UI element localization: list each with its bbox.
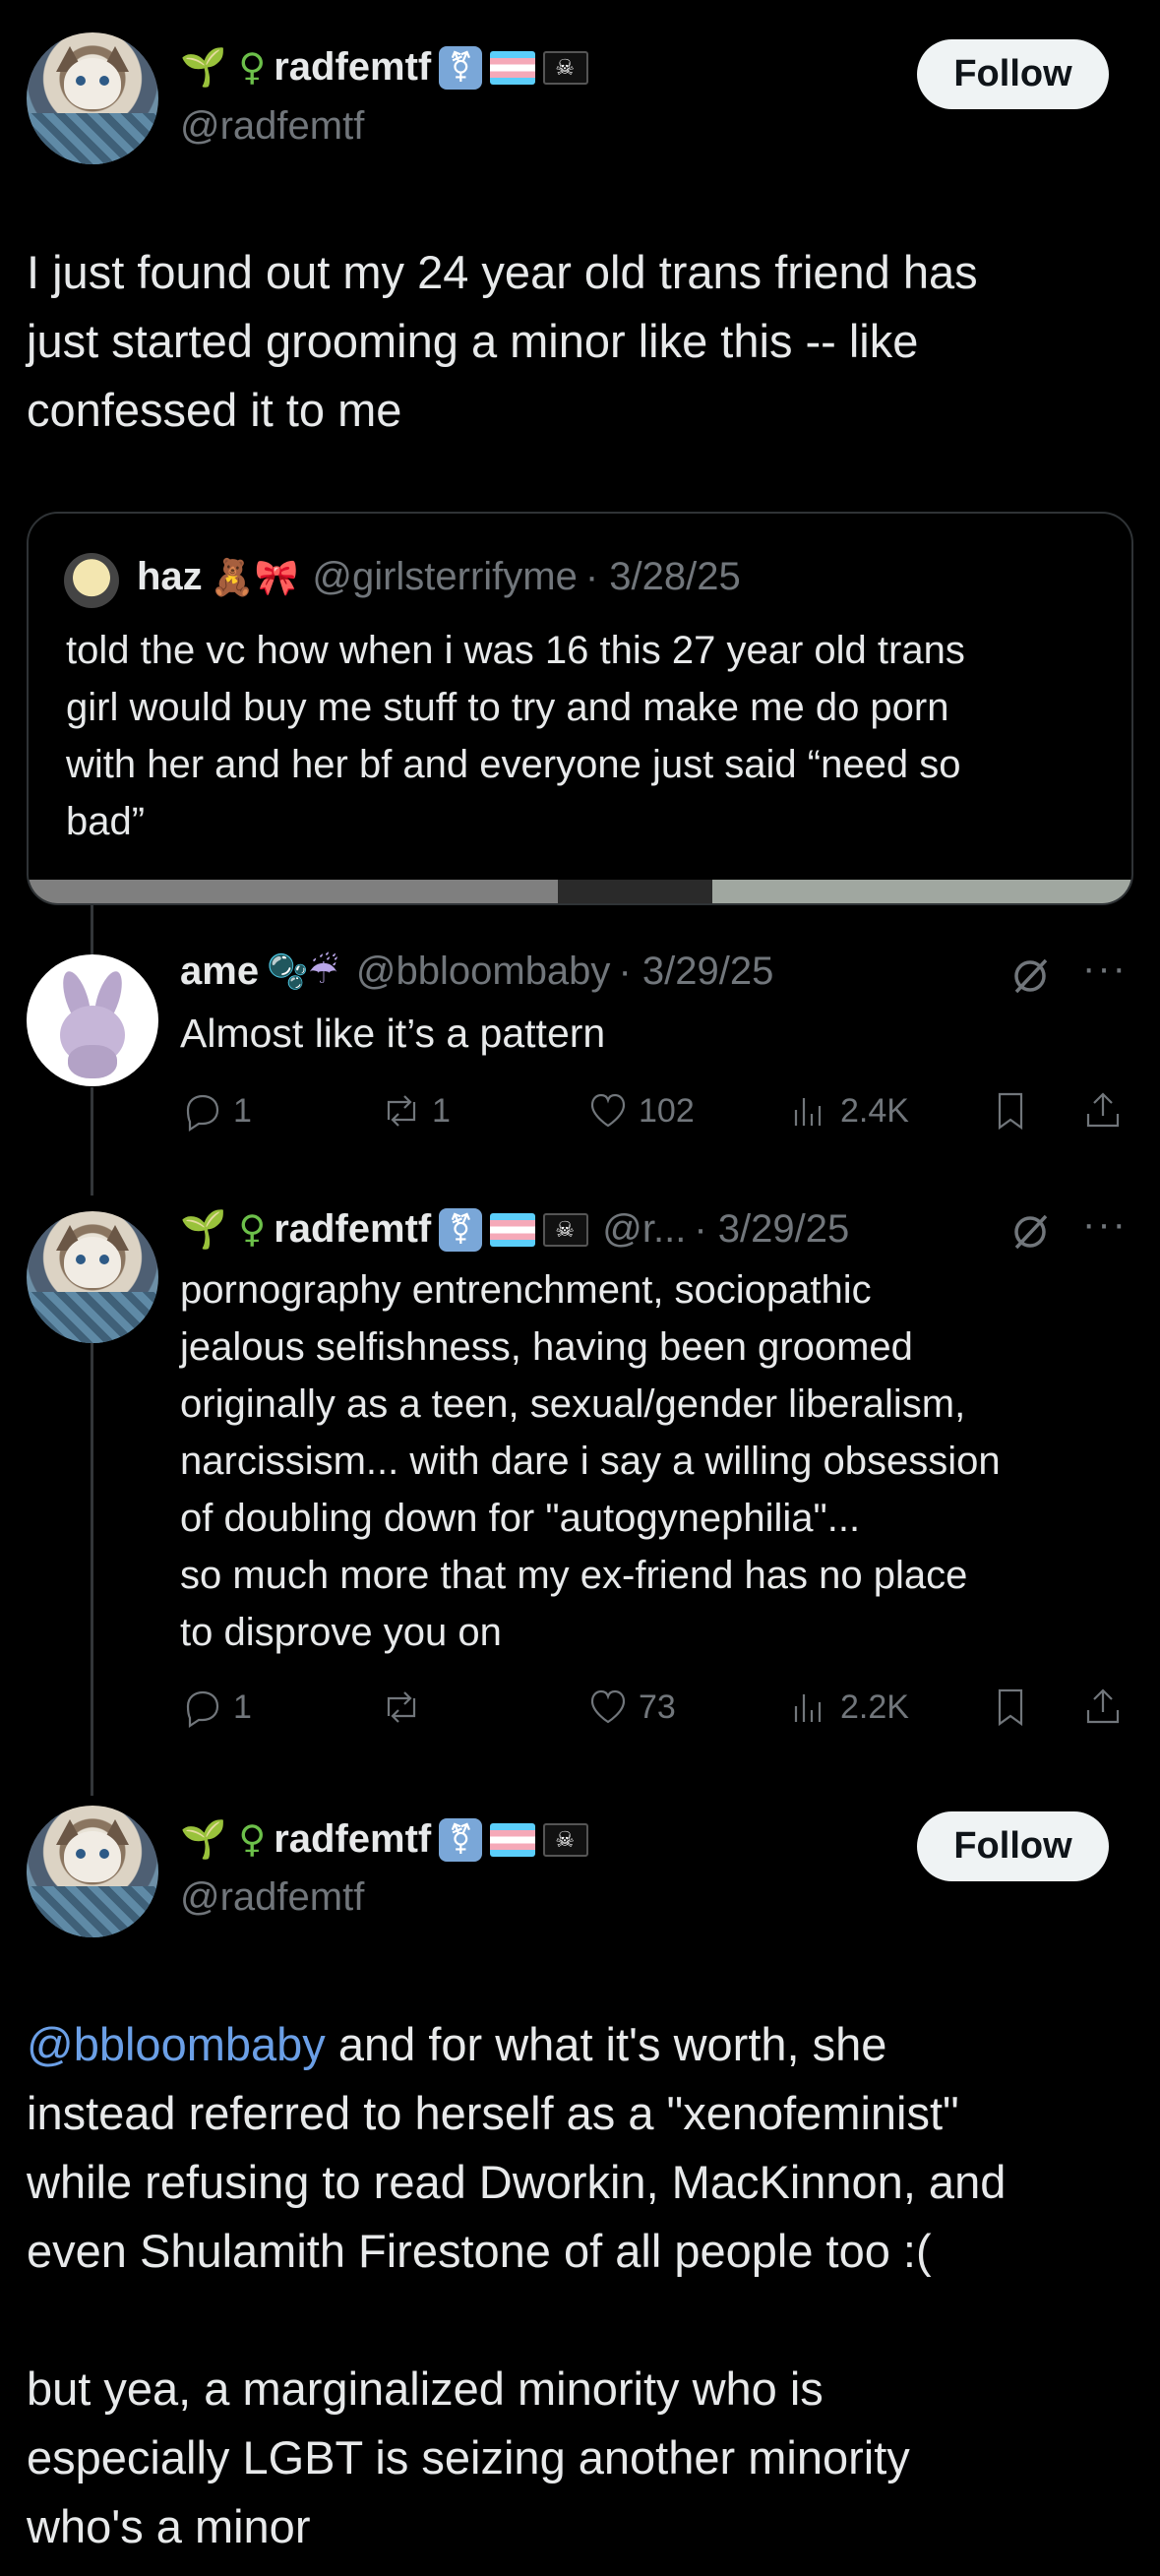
views-icon <box>794 1098 822 1126</box>
views-button[interactable]: 2.2K <box>787 1685 909 1730</box>
user-handle[interactable]: @bbloombaby <box>356 950 611 994</box>
quoted-display-name: haz <box>137 555 203 598</box>
avatar[interactable] <box>27 954 158 1086</box>
like-button[interactable]: 102 <box>585 1088 695 1134</box>
bookmark-button[interactable] <box>988 1088 1033 1134</box>
user-handle[interactable]: @radfemtf <box>180 104 364 149</box>
avatar[interactable] <box>27 1806 158 1937</box>
post-date[interactable]: · 3/29/25 <box>618 950 773 994</box>
avatar[interactable] <box>27 1211 158 1343</box>
thread-line <box>91 1087 93 1196</box>
views-count: 2.2K <box>840 1687 909 1726</box>
share-button[interactable] <box>1080 1685 1126 1730</box>
display-prefix: 🌱 ♀ <box>180 1207 267 1251</box>
quoted-date: · 3/28/25 <box>584 555 741 598</box>
pirate-flag-icon <box>543 50 589 85</box>
gender-symbol-icon: ⚧ <box>439 1207 483 1252</box>
post-text: @bbloombaby and for what it's worth, she… <box>27 2010 1148 2561</box>
trans-flag-icon <box>490 1212 536 1247</box>
gender-symbol-icon: ⚧ <box>439 1817 483 1862</box>
user-name-row[interactable]: 🌱 ♀ radfemtf ⚧ <box>180 1817 589 1862</box>
bookmark-button[interactable] <box>988 1685 1033 1730</box>
share-icon <box>1086 1092 1120 1128</box>
reply-icon <box>186 1690 219 1729</box>
display-name[interactable]: radfemtf <box>274 1207 431 1252</box>
display-name: radfemtf <box>274 45 432 89</box>
avatar[interactable] <box>27 32 158 164</box>
trans-flag-icon <box>490 50 536 85</box>
reply-header: 🌱 ♀ radfemtf ⚧ @r... · 3/29/25 <box>180 1207 849 1252</box>
like-button[interactable]: 73 <box>585 1685 676 1730</box>
thread-line <box>91 1343 93 1796</box>
bookmark-icon <box>998 1092 1023 1131</box>
reply-text: Almost like it’s a pattern <box>180 1011 606 1056</box>
display-prefix: 🌱 ♀ <box>180 45 267 89</box>
mention-link[interactable]: @bbloombaby <box>27 2018 326 2070</box>
heart-icon <box>590 1093 626 1128</box>
like-count: 102 <box>639 1091 695 1130</box>
thread-line <box>91 905 93 954</box>
views-count: 2.4K <box>840 1091 909 1130</box>
views-button[interactable]: 2.4K <box>787 1088 909 1134</box>
share-icon <box>1086 1688 1120 1724</box>
user-name-row[interactable]: 🌱 ♀ radfemtf ⚧ <box>180 45 589 90</box>
user-handle[interactable]: @r... <box>602 1207 686 1252</box>
reply-count: 1 <box>233 1091 252 1130</box>
repost-icon <box>387 1095 416 1127</box>
more-icon[interactable]: ··· <box>1082 1202 1128 1247</box>
gender-symbol-icon: ⚧ <box>439 45 483 90</box>
reply-icon <box>186 1094 219 1133</box>
display-name[interactable]: ame <box>180 950 259 994</box>
post-date[interactable]: · 3/29/25 <box>694 1207 849 1252</box>
quoted-post[interactable]: haz 🧸🎀 @girlsterrifyme · 3/28/25 told th… <box>27 512 1133 905</box>
repost-icon <box>387 1691 416 1723</box>
bookmark-icon <box>998 1688 1023 1727</box>
reply-button[interactable]: 1 <box>180 1685 252 1730</box>
heart-icon <box>590 1689 626 1724</box>
repost-count: 1 <box>432 1091 451 1130</box>
reply-header: ame 🫧☔ @bbloombaby · 3/29/25 <box>180 950 773 994</box>
display-prefix: 🌱 ♀ <box>180 1817 267 1861</box>
grok-icon[interactable] <box>1008 1210 1052 1254</box>
reply-text: pornography entrenchment, sociopathic je… <box>180 1268 1001 1654</box>
like-count: 73 <box>639 1687 676 1726</box>
reply-count: 1 <box>233 1687 252 1726</box>
share-button[interactable] <box>1080 1088 1126 1134</box>
quoted-text: told the vc how when i was 16 this 27 ye… <box>66 629 965 843</box>
follow-button[interactable]: Follow <box>917 39 1109 109</box>
quoted-handle: @girlsterrifyme <box>312 555 578 598</box>
pirate-flag-icon <box>543 1212 589 1247</box>
user-handle[interactable]: @radfemtf <box>180 1875 364 1920</box>
grok-icon[interactable] <box>1008 954 1052 998</box>
quoted-media-preview[interactable] <box>29 880 1131 903</box>
post-text-body: and for what it's worth, she instead ref… <box>27 2018 1007 2552</box>
display-emojis: 🫧☔ <box>267 951 338 992</box>
repost-button[interactable]: 1 <box>379 1088 451 1134</box>
reply-button[interactable]: 1 <box>180 1088 252 1134</box>
follow-button[interactable]: Follow <box>917 1811 1109 1881</box>
quoted-emojis: 🧸🎀 <box>210 557 299 598</box>
views-icon <box>794 1694 822 1722</box>
display-name: radfemtf <box>274 1817 432 1861</box>
quoted-header: haz 🧸🎀 @girlsterrifyme · 3/28/25 <box>137 555 741 599</box>
more-icon[interactable]: ··· <box>1082 947 1128 991</box>
trans-flag-icon <box>490 1822 536 1857</box>
post-text: I just found out my 24 year old trans fr… <box>27 246 978 436</box>
pirate-flag-icon <box>543 1822 589 1857</box>
repost-button[interactable] <box>379 1685 432 1730</box>
quoted-avatar <box>64 553 119 608</box>
